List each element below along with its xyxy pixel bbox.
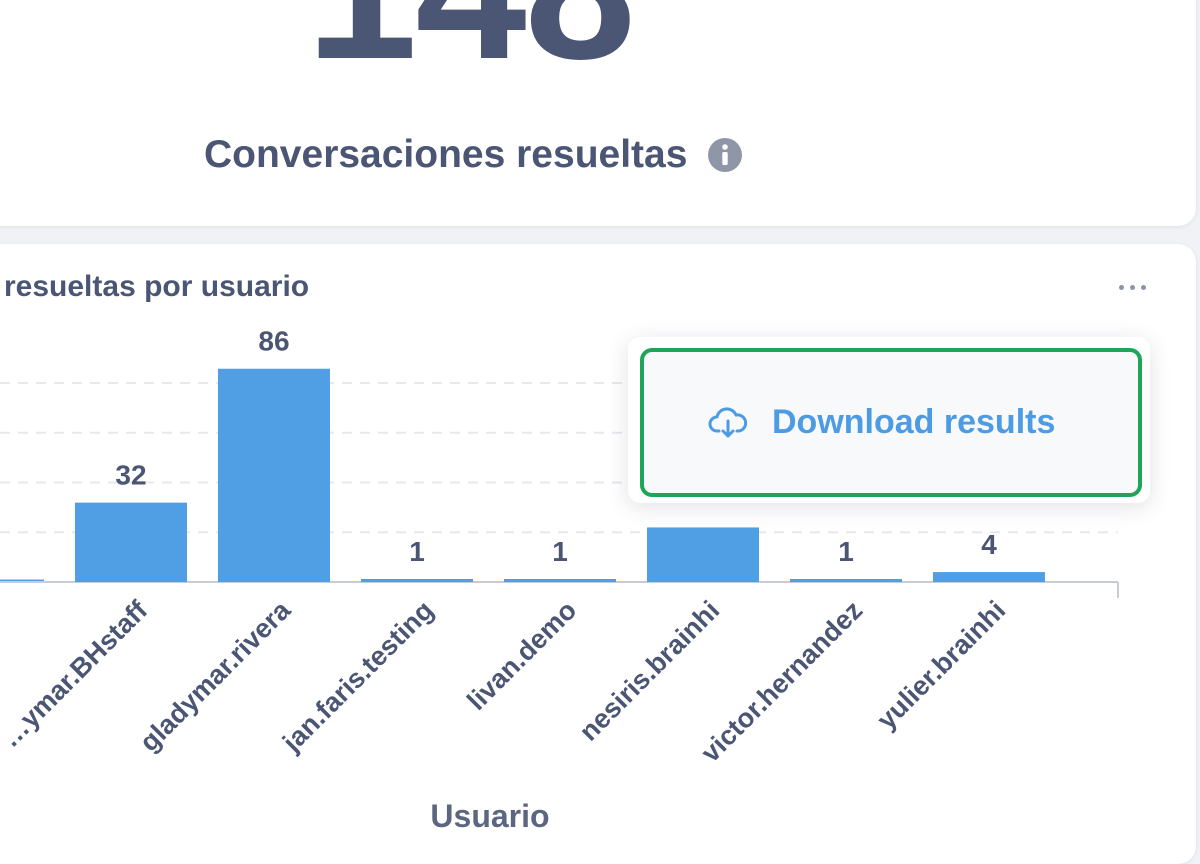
info-icon[interactable] <box>707 137 743 173</box>
cloud-download-icon <box>708 406 748 437</box>
bar <box>647 527 759 582</box>
bar <box>790 579 902 582</box>
download-results-label: Download results <box>772 403 1056 441</box>
category-label: yulier.brainhi <box>871 595 1011 735</box>
bar-value-label: 4 <box>981 529 997 560</box>
bar <box>218 368 330 582</box>
bar <box>75 502 187 582</box>
bar <box>361 579 473 582</box>
category-label: jan.faris.testing <box>276 595 439 758</box>
bar-value-label: 32 <box>115 460 146 491</box>
scalar-label-row: Conversaciones resueltas <box>204 133 743 177</box>
bar-value-label: 86 <box>258 326 289 357</box>
bar <box>504 579 616 582</box>
bar <box>933 572 1045 582</box>
category-label: victor.hernandez <box>695 595 868 768</box>
scalar-label: Conversaciones resueltas <box>204 133 688 176</box>
chart-title: resueltas por usuario <box>4 270 310 303</box>
category-label: livan.demo <box>461 595 582 716</box>
more-options-button[interactable] <box>1112 272 1152 302</box>
x-axis-title: Usuario <box>430 798 550 834</box>
ellipsis-icon <box>1118 284 1124 290</box>
bar-value-label: 1 <box>838 536 854 567</box>
bar-value-label: 1 <box>409 536 425 567</box>
bar-value-label: 1 <box>552 536 568 567</box>
download-results-item[interactable]: Download results <box>640 348 1142 497</box>
scalar-value: 148 <box>240 0 700 90</box>
category-label: gladymar.rivera <box>134 594 297 757</box>
category-label: …ymar.BHstaff <box>0 594 154 753</box>
category-label: nesiris.brainhi <box>574 595 726 747</box>
